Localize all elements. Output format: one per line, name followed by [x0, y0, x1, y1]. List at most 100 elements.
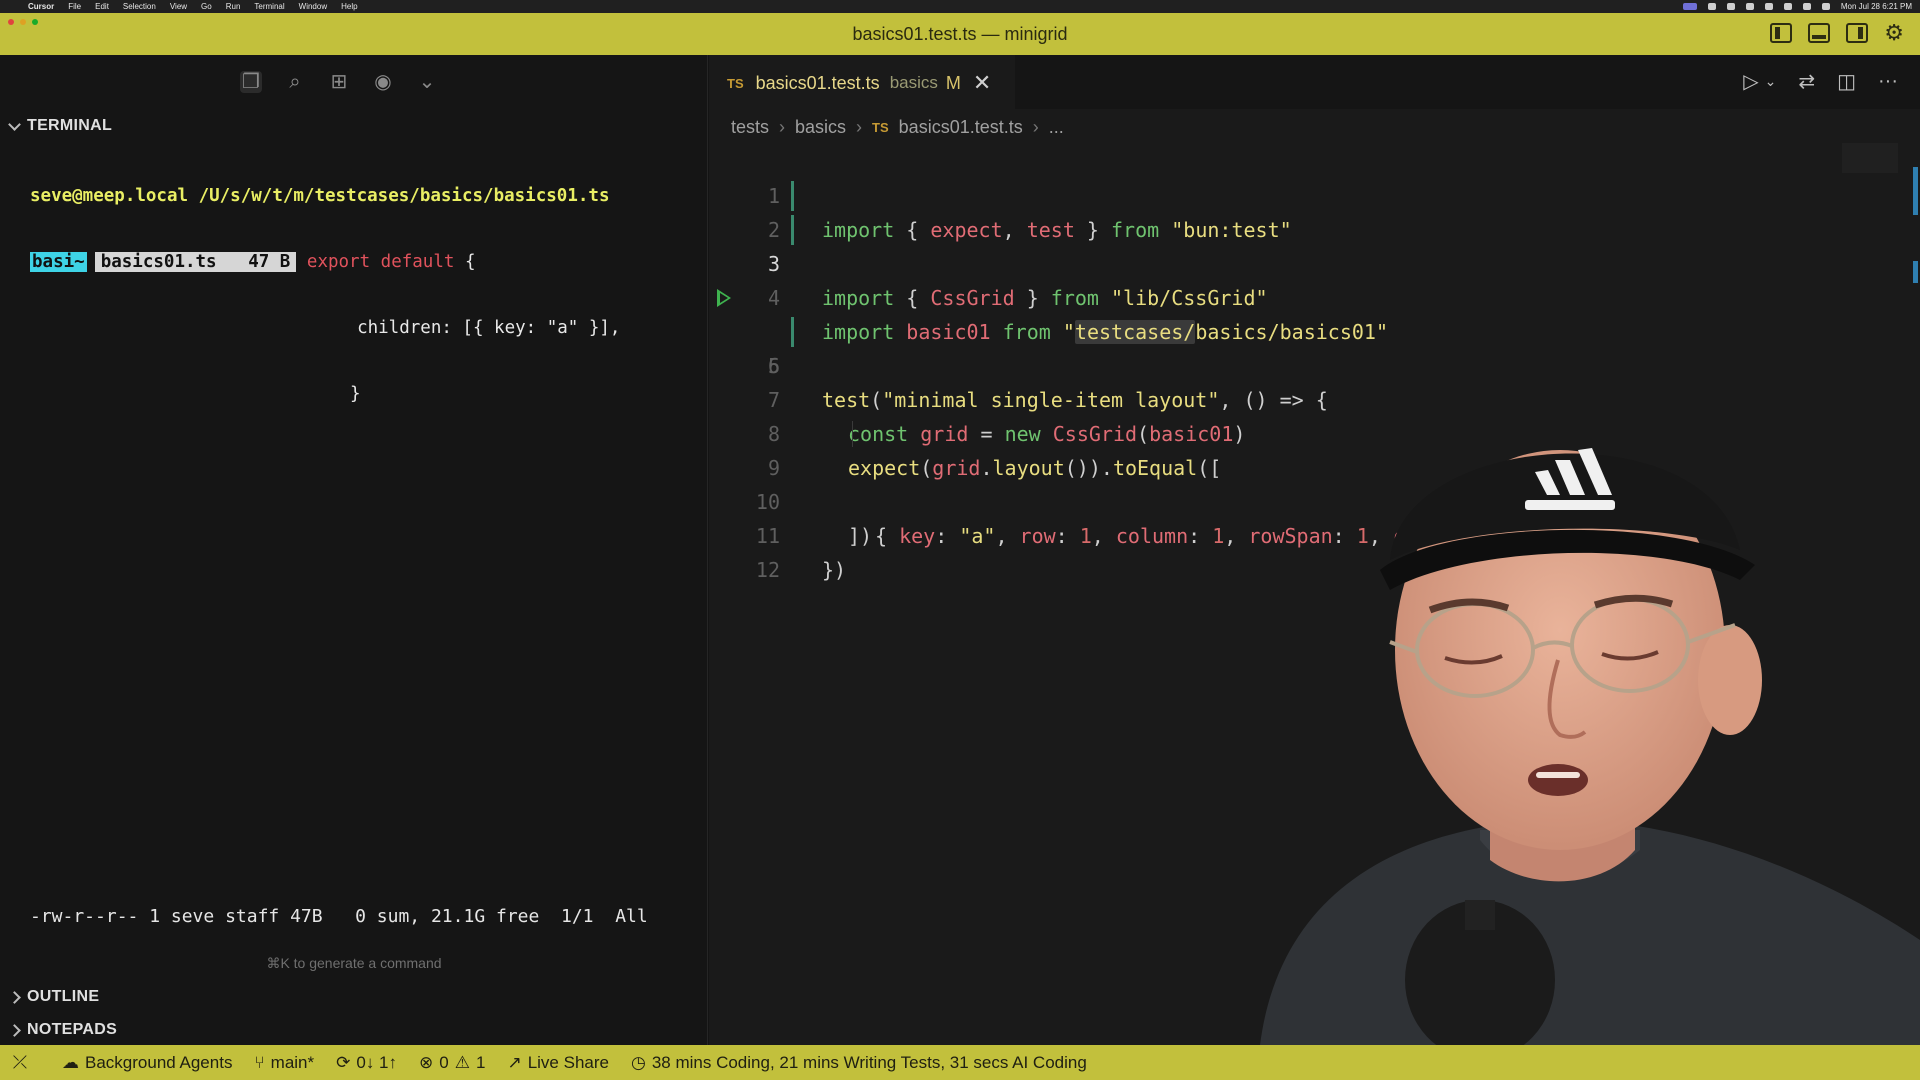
search-icon[interactable] — [1821, 3, 1830, 10]
code-line: 8 expect(grid.layout()).toEqual([ — [709, 383, 1920, 480]
wakatime-label: 38 mins Coding, 21 mins Writing Tests, 3… — [651, 1052, 1087, 1072]
side-toolbar: ❐ ⌕ ⊞ ◉ ⌄ — [240, 71, 438, 93]
clock-history-icon: ◷ — [630, 1052, 646, 1072]
layout-controls: ⚙ — [1770, 22, 1904, 44]
editor-tab-bar: TS basics01.test.ts basics M ✕ ▷ ⌄ ⇄ ◫ ·… — [709, 55, 1920, 109]
terminal-file-name: basics01.ts — [100, 252, 217, 272]
background-agents-item[interactable]: ☁ Background Agents — [62, 1053, 232, 1073]
code-line: 7 — [709, 349, 1920, 412]
tab-modified-indicator: M — [945, 72, 961, 93]
explorer-files-icon[interactable]: ❐ — [240, 71, 262, 93]
minimize-window-icon[interactable] — [20, 19, 26, 25]
toggle-secondary-sidebar-icon[interactable] — [1846, 23, 1869, 43]
zoom-window-icon[interactable] — [32, 19, 38, 25]
toggle-panel-icon[interactable] — [1808, 23, 1831, 43]
terminal-section-header[interactable]: TERMINAL — [8, 117, 112, 135]
git-change-bar[interactable] — [791, 317, 794, 347]
menu-view[interactable]: View — [170, 2, 187, 11]
open-changes-icon[interactable]: ⇄ — [1798, 69, 1815, 94]
split-editor-icon[interactable]: ◫ — [1837, 69, 1856, 94]
terminal-segment-dir: basi~ — [30, 252, 87, 272]
more-actions-icon[interactable]: ··· — [1878, 70, 1898, 93]
menu-run[interactable]: Run — [226, 2, 241, 11]
tab-file-name: basics01.test.ts — [755, 72, 880, 93]
status-item-icon[interactable] — [1745, 3, 1754, 10]
settings-gear-icon[interactable]: ⚙ — [1884, 22, 1904, 44]
status-bar: ⤫ ☁ Background Agents ⑂ main* ⟳ 0↓ 1↑ ⊗ … — [0, 1045, 1920, 1080]
error-icon: ⊗ — [419, 1052, 434, 1072]
warning-count: 1 — [475, 1052, 486, 1072]
extensions-icon[interactable]: ⊞ — [328, 71, 350, 93]
breadcrumb-tests[interactable]: tests — [731, 117, 769, 138]
breadcrumb-symbol[interactable]: ... — [1049, 117, 1064, 138]
git-change-bar[interactable] — [791, 181, 794, 211]
code-line-current: 3 import basic01 from "testcases/basics/… — [709, 213, 1920, 344]
terminal-export-keyword: export default — [306, 252, 455, 272]
menu-clock[interactable]: Mon Jul 28 6:21 PM — [1841, 2, 1912, 11]
run-file-icon[interactable]: ▷ — [1743, 69, 1758, 94]
close-tab-icon[interactable]: ✕ — [973, 70, 991, 96]
typescript-file-icon: TS — [872, 120, 889, 135]
side-panel: ❐ ⌕ ⊞ ◉ ⌄ TERMINAL seve@meep.local /U/s/… — [0, 55, 708, 1045]
chevron-down-icon[interactable]: ⌄ — [1765, 73, 1777, 90]
terminal-file-status: -rw-r--r-- 1 seve staff 47B 0 sum, 21.1G… — [30, 906, 648, 927]
problems-item[interactable]: ⊗ 0 ⚠ 1 — [419, 1053, 485, 1073]
code-line: 5 test("minimal single-item layout", () … — [709, 281, 1920, 412]
status-item-icon[interactable] — [1707, 3, 1716, 10]
menu-terminal[interactable]: Terminal — [254, 2, 284, 11]
github-icon[interactable]: ◉ — [372, 71, 394, 93]
breadcrumb-file[interactable]: basics01.test.ts — [899, 117, 1023, 138]
terminal-children-line: children: [{ key: "a" }], — [336, 318, 621, 338]
code-line: 6 const grid = new CssGrid(basic01) — [709, 315, 1920, 446]
toggle-primary-sidebar-icon[interactable] — [1770, 23, 1793, 43]
status-item-icon[interactable] — [1682, 3, 1697, 10]
git-change-bar[interactable] — [791, 215, 794, 245]
menu-extras: Mon Jul 28 6:21 PM — [1682, 0, 1912, 13]
terminal-output[interactable]: seve@meep.local /U/s/w/t/m/testcases/bas… — [30, 141, 620, 449]
close-window-icon[interactable] — [8, 19, 14, 25]
terminal-close-brace: } — [350, 384, 361, 404]
terminal-prompt: seve@meep.local /U/s/w/t/m/testcases/bas… — [30, 186, 610, 206]
code-text: }) — [822, 558, 847, 582]
code-line: 1 import { expect, test } from "bun:test… — [709, 145, 1920, 242]
typescript-file-icon: TS — [727, 75, 744, 91]
remote-window-icon[interactable]: ⤫ — [0, 1045, 40, 1080]
editor-tab-basics01-test[interactable]: TS basics01.test.ts basics M ✕ — [709, 55, 1015, 109]
live-share-item[interactable]: ↗ Live Share — [507, 1053, 609, 1073]
git-branch-item[interactable]: ⑂ main* — [254, 1053, 314, 1073]
terminal-line: } — [30, 383, 609, 405]
battery-icon[interactable] — [1802, 3, 1811, 10]
outline-section-header[interactable]: OUTLINE — [8, 988, 99, 1006]
menu-help[interactable]: Help — [341, 2, 357, 11]
window-controls — [8, 19, 38, 25]
menu-edit[interactable]: Edit — [95, 2, 109, 11]
chevron-right-icon — [8, 990, 21, 1004]
window-title: basics01.test.ts — minigrid — [852, 23, 1068, 44]
git-sync-item[interactable]: ⟳ 0↓ 1↑ — [336, 1053, 397, 1073]
search-icon[interactable]: ⌕ — [284, 71, 306, 93]
breadcrumb-basics[interactable]: basics — [795, 117, 846, 138]
terminal-segment-file: basics01.ts 47 B — [94, 252, 297, 272]
git-branch-label: main* — [270, 1052, 315, 1072]
menu-window[interactable]: Window — [299, 2, 327, 11]
menu-app-name[interactable]: Cursor — [28, 2, 54, 11]
chevron-down-icon[interactable]: ⌄ — [416, 71, 438, 93]
menu-selection[interactable]: Selection — [123, 2, 156, 11]
chevron-right-icon: › — [1032, 117, 1039, 137]
window-title-bar: basics01.test.ts — minigrid ⚙ — [0, 13, 1920, 55]
status-item-icon[interactable] — [1764, 3, 1773, 10]
menu-file[interactable]: File — [68, 2, 81, 11]
terminal-line: basi~ basics01.ts 47 B export default { — [30, 251, 609, 273]
code-line: 4 — [709, 247, 1920, 310]
presenter-image — [1260, 448, 1920, 1045]
status-item-icon[interactable] — [1726, 3, 1735, 10]
cloud-icon: ☁ — [62, 1052, 79, 1072]
editor-actions: ▷ ⌄ ⇄ ◫ ··· — [1743, 69, 1898, 94]
run-test-icon[interactable] — [717, 289, 731, 307]
notepads-section-header[interactable]: NOTEPADS — [8, 1021, 117, 1039]
wifi-icon[interactable] — [1783, 3, 1792, 10]
wakatime-item[interactable]: ◷ 38 mins Coding, 21 mins Writing Tests,… — [631, 1053, 1087, 1073]
sync-icon: ⟳ — [336, 1052, 351, 1072]
menu-go[interactable]: Go — [201, 2, 212, 11]
tab-file-dir: basics — [889, 73, 938, 92]
